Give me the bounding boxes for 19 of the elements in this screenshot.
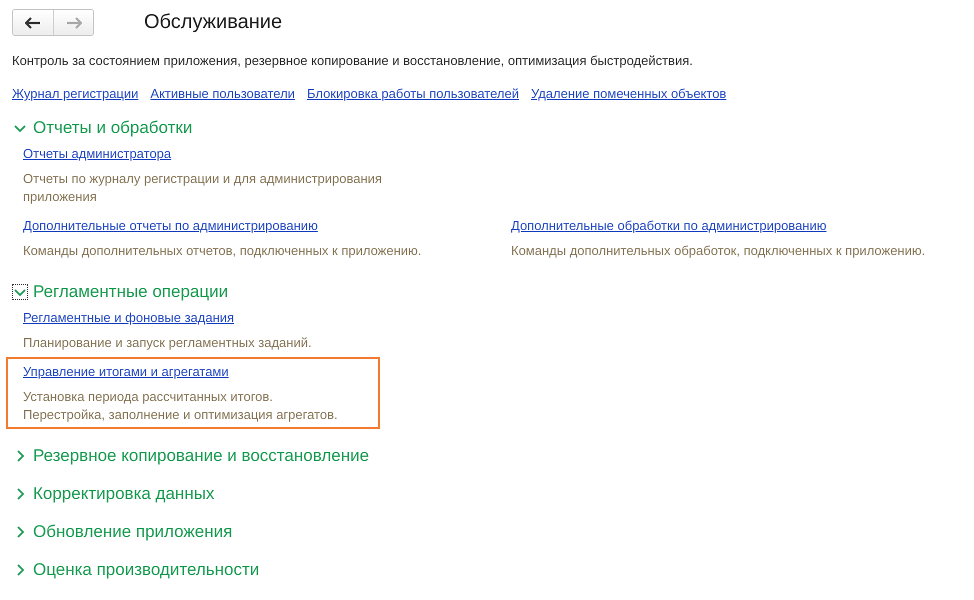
chevron-icon[interactable]: [12, 284, 28, 300]
page-description: Контроль за состоянием приложения, резервное копирование и восстановление, оптимизация быстродействия.: [12, 53, 694, 68]
left-arrow-icon: [25, 16, 41, 28]
command-description: Команды дополнительных отчетов, подключенных к приложению.: [23, 242, 422, 260]
command-link[interactable]: Удаление помеченных объектов: [530, 86, 726, 101]
command-link[interactable]: Управление итогами и агрегатами: [23, 364, 229, 379]
command-link[interactable]: Блокировка работы пользователей: [306, 86, 519, 101]
command-link[interactable]: Журнал регистрации: [12, 86, 138, 101]
command-link[interactable]: Дополнительные обработки по администрированию: [511, 218, 826, 233]
command-description: Установка периода рассчитанных итогов. Перестройка, заполнение и оптимизация агрегатов.: [23, 388, 339, 424]
command-description: Команды дополнительных обработок, подключенных к приложению.: [511, 242, 926, 260]
command-link[interactable]: Регламентные и фоновые задания: [23, 310, 234, 325]
right-arrow-icon: [66, 16, 82, 28]
command-description: Планирование и запуск регламентных заданий.: [23, 334, 313, 352]
command-link[interactable]: Активные пользователи: [150, 86, 295, 101]
page-title: Обслуживание: [144, 11, 282, 34]
command-link[interactable]: Отчеты администратора: [23, 146, 172, 161]
command-link[interactable]: Дополнительные отчеты по администрированию: [23, 218, 318, 233]
command-description: Отчеты по журналу регистрации и для администрирования приложения: [23, 170, 383, 206]
